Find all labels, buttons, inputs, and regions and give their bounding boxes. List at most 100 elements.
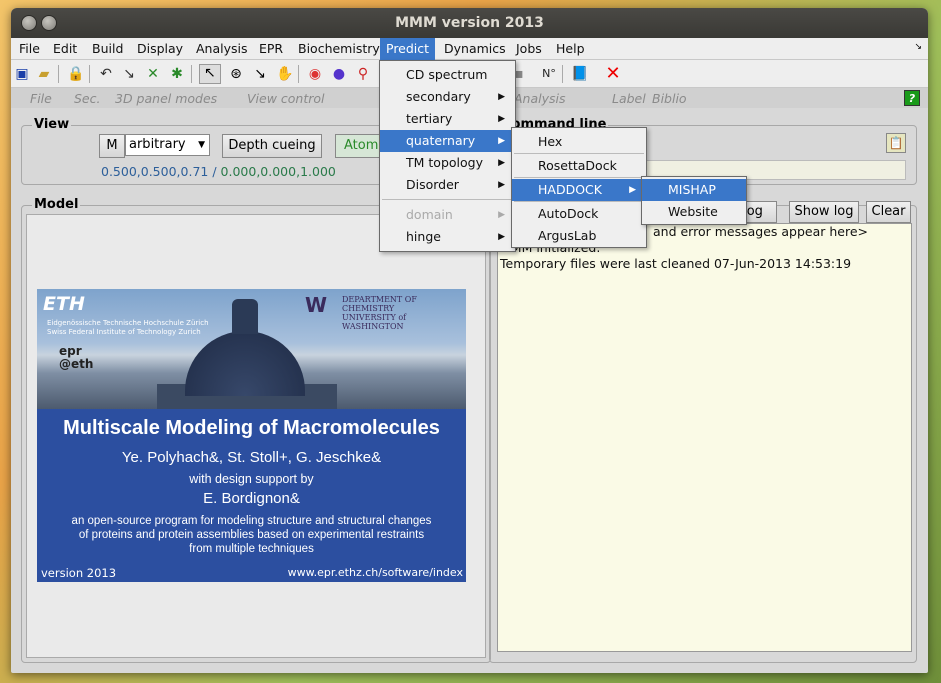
view-mode-select[interactable]: arbitrary ▼ xyxy=(125,134,210,156)
select-green-icon[interactable]: ✕ xyxy=(145,66,161,82)
panel-3d-modes[interactable]: 3D panel modes xyxy=(115,91,217,106)
menu-help[interactable]: Help xyxy=(550,38,591,60)
rotate-icon[interactable]: ↶ xyxy=(98,66,114,82)
menu-item-label: quaternary xyxy=(406,133,476,148)
save-icon[interactable]: ▣ xyxy=(14,66,30,82)
node-icon[interactable]: N° xyxy=(541,66,557,82)
menu-separator xyxy=(514,177,644,178)
haddock-mishap[interactable]: MISHAP xyxy=(642,179,746,201)
color-wheel-icon[interactable]: ◉ xyxy=(307,66,323,82)
menu-separator xyxy=(382,199,513,200)
epr-text: epr xyxy=(59,344,82,358)
splash-designer: E. Bordignon& xyxy=(203,490,300,507)
haddock-website[interactable]: Website xyxy=(642,201,746,223)
menu-item-label: Website xyxy=(668,204,718,219)
panel-biblio[interactable]: Biblio xyxy=(652,91,687,106)
menu-analysis[interactable]: Analysis xyxy=(190,38,254,60)
view-coordinates: 0.500,0.500,0.71 / 0.000,0.000,1.000 xyxy=(101,164,336,179)
predict-secondary[interactable]: secondary ▶ xyxy=(380,86,515,108)
eth-subtitle-en: Swiss Federal Institute of Technology Zu… xyxy=(47,328,201,336)
menu-jobs[interactable]: Jobs xyxy=(510,38,548,60)
show-log-button[interactable]: Show log xyxy=(789,201,859,223)
panel-label[interactable]: Label xyxy=(612,91,646,106)
splash-version: version 2013 xyxy=(41,566,117,580)
pointer-tool[interactable]: ↖ xyxy=(199,64,221,84)
lock-icon[interactable]: 🔒 xyxy=(67,66,84,82)
menu-item-label: Hex xyxy=(538,134,563,149)
app-window: MMM version 2013 File Edit Build Display… xyxy=(11,8,928,673)
coords-separator: / xyxy=(212,164,217,179)
menu-predict[interactable]: Predict xyxy=(380,38,436,60)
toolbar-separator xyxy=(89,65,90,83)
pick-icon[interactable]: ↘ xyxy=(121,66,137,82)
title-bar: MMM version 2013 xyxy=(11,8,928,38)
haddock-menu: MISHAP Website xyxy=(641,176,747,225)
panel-sec[interactable]: Sec. xyxy=(74,91,100,106)
sphere-icon[interactable]: ● xyxy=(331,66,347,82)
submenu-arrow-icon: ▶ xyxy=(498,92,505,102)
quaternary-haddock[interactable]: HADDOCK ▶ xyxy=(512,179,646,201)
uw-logo: W xyxy=(305,293,328,317)
depth-cueing-button[interactable]: Depth cueing xyxy=(222,134,322,158)
menu-file[interactable]: File xyxy=(13,38,46,60)
menubar-overflow-icon[interactable]: ↘ xyxy=(914,42,922,52)
splash-desc-1: an open-source program for modeling stru… xyxy=(71,515,432,527)
view-mode-value: arbitrary xyxy=(129,137,186,152)
help-button[interactable]: ? xyxy=(904,90,920,106)
toolbar-separator xyxy=(562,65,563,83)
clear-button[interactable]: Clear xyxy=(866,201,911,223)
predict-cd-spectrum[interactable]: CD spectrum xyxy=(380,64,515,86)
chevron-down-icon: ▼ xyxy=(198,140,205,150)
predict-domain: domain ▶ xyxy=(380,204,515,226)
quaternary-autodock[interactable]: AutoDock xyxy=(512,203,646,225)
menu-edit[interactable]: Edit xyxy=(47,38,83,60)
submenu-arrow-icon: ▶ xyxy=(498,232,505,242)
uw-dept-text: DEPARTMENT OF CHEMISTRY xyxy=(342,295,417,313)
menu-epr[interactable]: EPR xyxy=(253,38,289,60)
window-title: MMM version 2013 xyxy=(395,15,544,31)
m-button[interactable]: M xyxy=(99,134,125,158)
at-eth-text: @eth xyxy=(59,357,94,371)
rotate-tool-icon[interactable]: ⊛ xyxy=(228,66,244,82)
toolbar-separator xyxy=(191,65,192,83)
menu-build[interactable]: Build xyxy=(86,38,129,60)
predict-tertiary[interactable]: tertiary ▶ xyxy=(380,108,515,130)
submenu-arrow-icon: ▶ xyxy=(629,185,636,195)
model-label: Model xyxy=(32,197,81,212)
splash-desc-3: from multiple techniques xyxy=(189,543,314,555)
menu-dynamics[interactable]: Dynamics xyxy=(438,38,512,60)
menu-biochemistry[interactable]: Biochemistry xyxy=(292,38,386,60)
quaternary-hex[interactable]: Hex xyxy=(512,131,646,153)
menu-item-label: CD spectrum xyxy=(406,67,488,82)
menu-item-label: TM topology xyxy=(406,155,483,170)
quaternary-menu: Hex RosettaDock HADDOCK ▶ AutoDock ArgusL… xyxy=(511,127,647,248)
quaternary-rosettadock[interactable]: RosettaDock xyxy=(512,155,646,177)
predict-quaternary[interactable]: quaternary ▶ xyxy=(380,130,515,152)
log-panel[interactable]: and error messages appear here> MMM init… xyxy=(497,223,912,652)
eth-subtitle-de: Eidgenössische Technische Hochschule Zür… xyxy=(47,319,209,327)
predict-hinge[interactable]: hinge ▶ xyxy=(380,226,515,248)
clipboard-icon[interactable]: 📋 xyxy=(886,133,906,153)
zoom-tool-icon[interactable]: ↘ xyxy=(252,66,268,82)
predict-disorder[interactable]: Disorder ▶ xyxy=(380,174,515,196)
panel-view-control[interactable]: View control xyxy=(247,91,325,106)
atom-green-icon[interactable]: ✱ xyxy=(169,66,185,82)
hand-icon[interactable]: ✋ xyxy=(276,66,293,82)
menu-separator xyxy=(514,201,644,202)
predict-menu: CD spectrum secondary ▶ tertiary ▶ quatern… xyxy=(379,60,516,252)
menu-item-label: ArgusLab xyxy=(538,228,597,243)
book-icon[interactable]: 📘 xyxy=(571,66,588,82)
quaternary-arguslab[interactable]: ArgusLab xyxy=(512,225,646,247)
panel-file[interactable]: File xyxy=(30,91,52,106)
menu-item-label: MISHAP xyxy=(668,182,716,197)
open-folder-icon[interactable]: ▰ xyxy=(36,66,52,82)
close-red-icon[interactable]: ✕ xyxy=(605,65,621,83)
menu-item-label: RosettaDock xyxy=(538,158,617,173)
menu-separator xyxy=(514,153,644,154)
stick-icon[interactable]: ⚲ xyxy=(355,66,371,82)
predict-tm-topology[interactable]: TM topology ▶ xyxy=(380,152,515,174)
menu-display[interactable]: Display xyxy=(131,38,189,60)
toolbar-separator xyxy=(58,65,59,83)
splash-desc-2: of proteins and protein assemblies based… xyxy=(78,529,425,541)
panel-analysis[interactable]: Analysis xyxy=(514,91,566,106)
